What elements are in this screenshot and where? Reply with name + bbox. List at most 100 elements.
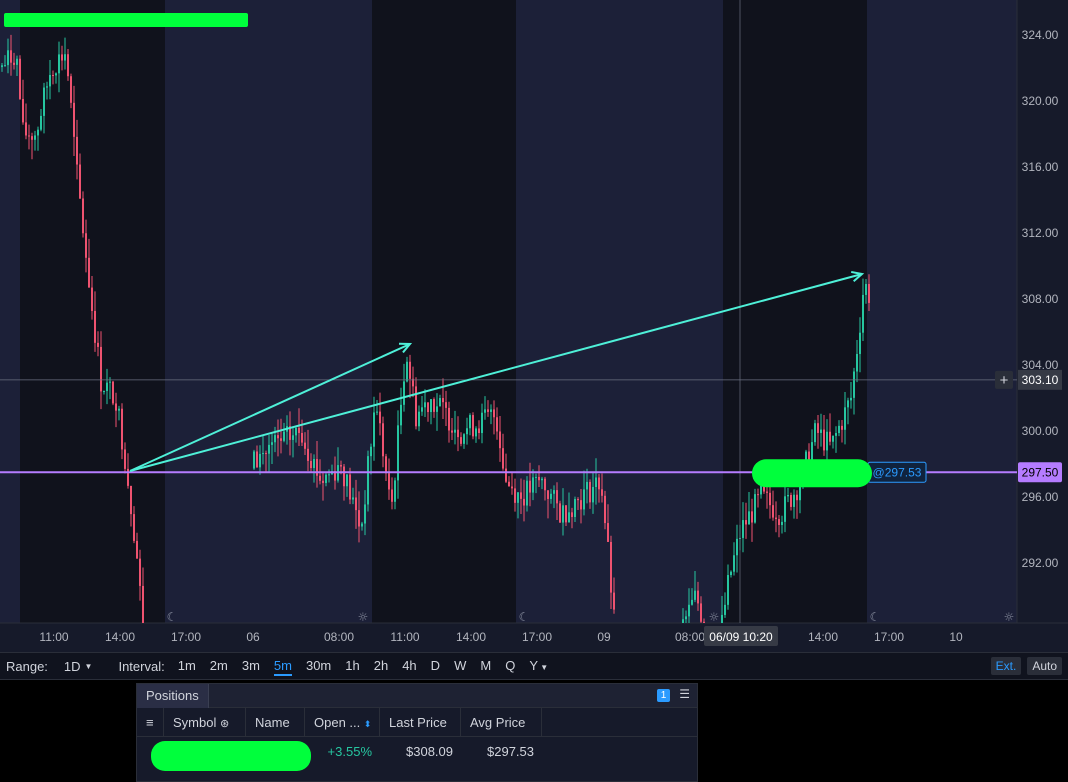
interval-button-3m[interactable]: 3m (235, 652, 267, 680)
candle-body (841, 425, 843, 430)
candle-body (97, 342, 99, 347)
column-name[interactable]: Name (246, 708, 305, 737)
candle-body (700, 603, 702, 622)
time-tick-label: 11:00 (39, 630, 68, 644)
column-avg-price[interactable]: Avg Price (461, 708, 542, 737)
candle-body (862, 294, 864, 333)
chevron-down-icon: ▼ (84, 661, 93, 671)
candle-body (415, 386, 417, 427)
column-open-pl[interactable]: Open ... ⬍ (305, 708, 380, 737)
time-tick-label: 06 (246, 630, 260, 644)
interval-button-2m[interactable]: 2m (203, 652, 235, 680)
plus-icon[interactable]: + (1000, 372, 1009, 389)
auto-scale-button[interactable]: Auto (1027, 657, 1062, 675)
candle-body (133, 514, 135, 541)
price-chart[interactable]: 324.00 320.00 316.00 312.00 308.00 304.00 300.… (0, 0, 1068, 652)
candle-body (310, 460, 312, 469)
interval-button-w[interactable]: W (447, 652, 473, 680)
candle-body (538, 476, 540, 481)
column-symbol[interactable]: Symbol ⊛ (164, 708, 246, 737)
sun-icon: ☼ (1004, 610, 1015, 624)
candle-body (355, 497, 357, 511)
candle-body (799, 485, 801, 501)
candle-body (520, 492, 522, 499)
candle-body (547, 490, 549, 499)
moon-icon: ☾ (167, 610, 178, 624)
candle-body (139, 558, 141, 586)
candle-body (22, 98, 24, 123)
candle-body (136, 540, 138, 559)
chart-canvas[interactable]: 324.00320.00316.00312.00308.00304.00300.… (0, 0, 1068, 652)
candle-body (370, 446, 372, 457)
candle-body (7, 50, 9, 66)
interval-label: Interval: (118, 658, 165, 674)
candle-body (829, 431, 831, 442)
candle-body (820, 429, 822, 433)
interval-button-1h[interactable]: 1h (338, 652, 366, 680)
candle-body (313, 459, 315, 469)
interval-button-2h[interactable]: 2h (367, 652, 395, 680)
range-value: 1D (63, 658, 81, 674)
candle-body (553, 490, 555, 494)
positions-header: Positions 1 ☰ (137, 683, 697, 708)
price-tick-label: 316.00 (1022, 160, 1059, 174)
candle-body (373, 412, 375, 447)
interval-button-m[interactable]: M (473, 652, 498, 680)
candle-body (265, 453, 267, 455)
session-band (723, 0, 867, 623)
column-last-price[interactable]: Last Price (380, 708, 461, 737)
redacted-header-mark (4, 13, 248, 27)
candle-body (586, 481, 588, 490)
candle-body (454, 429, 456, 433)
candle-body (766, 491, 768, 493)
candle-body (589, 481, 591, 503)
candle-body (475, 428, 477, 437)
interval-button-q[interactable]: Q (498, 652, 522, 680)
time-tick-label: 17:00 (874, 630, 904, 644)
candle-body (865, 283, 867, 295)
tab-positions[interactable]: Positions (137, 683, 209, 708)
candle-body (469, 415, 471, 429)
candle-body (49, 74, 51, 87)
candle-body (838, 425, 840, 434)
interval-button-4h[interactable]: 4h (395, 652, 423, 680)
extended-hours-band (867, 0, 1017, 623)
candle-body (826, 431, 828, 451)
interval-button-d[interactable]: D (424, 652, 447, 680)
candle-body (844, 407, 846, 430)
candle-body (259, 453, 261, 468)
candle-body (262, 453, 264, 455)
crosshair-price-label: 303.10 (1022, 373, 1059, 387)
candle-body (787, 494, 789, 497)
interval-button-y[interactable]: Y ▼ (522, 652, 555, 680)
candle-body (10, 50, 12, 63)
candle-body (106, 382, 108, 392)
candle-body (682, 619, 684, 623)
candle-body (772, 505, 774, 518)
price-tick-label: 312.00 (1022, 226, 1059, 240)
candle-body (271, 442, 273, 445)
candle-body (268, 444, 270, 454)
interval-button-30m[interactable]: 30m (299, 652, 338, 680)
candle-body (691, 599, 693, 605)
columns-menu-icon[interactable]: ≡ (137, 708, 164, 737)
candle-body (13, 62, 15, 65)
candle-body (574, 499, 576, 518)
candle-body (541, 478, 543, 481)
candle-body (511, 486, 513, 489)
interval-button-5m[interactable]: 5m (267, 652, 299, 680)
range-dropdown[interactable]: 1D ▼ (64, 659, 93, 674)
price-tick-label: 308.00 (1022, 292, 1059, 306)
list-icon[interactable]: ☰ (679, 687, 690, 701)
avg-price-cell: $297.53 (487, 744, 534, 759)
candle-body (850, 397, 852, 401)
candle-body (481, 412, 483, 434)
candle-body (73, 102, 75, 137)
candle-body (463, 434, 465, 444)
candle-body (361, 523, 363, 527)
interval-button-1m[interactable]: 1m (171, 652, 203, 680)
column-symbol-label: Symbol (173, 715, 217, 730)
time-tick-label: 10 (949, 630, 963, 644)
candle-body (580, 500, 582, 510)
extended-hours-toggle[interactable]: Ext. (990, 657, 1022, 675)
